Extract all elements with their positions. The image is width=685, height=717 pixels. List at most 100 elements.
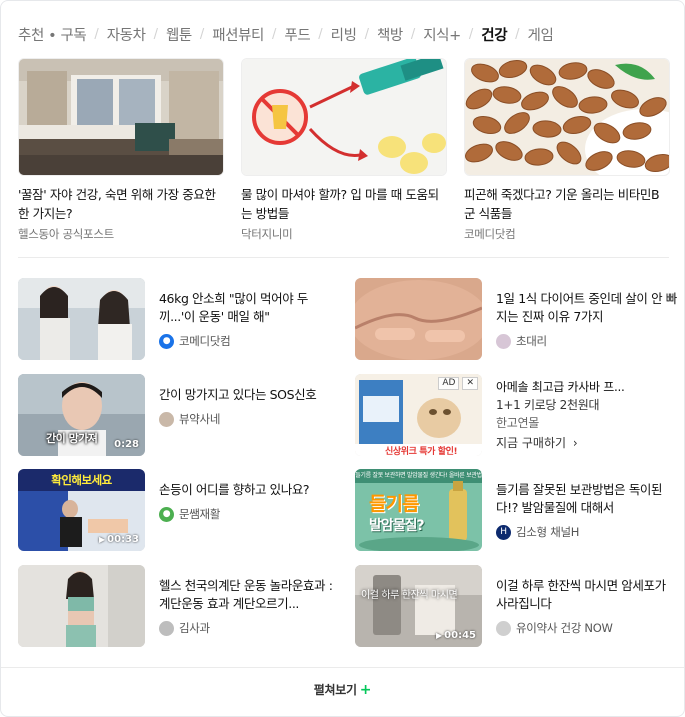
featured-thumbnail[interactable]: [18, 58, 224, 176]
thumbnail-caption: 발암물질?: [369, 518, 425, 534]
tab-game[interactable]: 게임: [528, 24, 554, 45]
featured-card[interactable]: '꿀잠' 자야 건강, 숙면 위해 가장 중요한 한 가지는? 헬스동아 공식포…: [18, 58, 224, 242]
featured-title[interactable]: 물 많이 마셔야 할까? 입 마를 때 도움되는 방법들: [241, 185, 447, 223]
author-name: 김소형 채널H: [516, 525, 580, 539]
list-item[interactable]: 이걸 하루 한잔씩 마시면 ▶ 00:45 이걸 하루 한잔씩 마시면 암세포가 …: [355, 565, 685, 647]
tab-fashion[interactable]: 패션뷰티: [212, 24, 264, 45]
list-item-body: 46kg 안소희 "많이 먹어야 두끼...'이 운동' 매일 해" ● 코메디…: [159, 290, 341, 349]
duration-text: 0:28: [114, 439, 139, 450]
list-item-title[interactable]: 헬스 천국의계단 운동 놀라운효과 : 계단운동 효과 계단오르기...: [159, 577, 341, 613]
tab-separator: /: [318, 26, 323, 42]
list-item[interactable]: 간이 망가져 0:28 간이 망가지고 있다는 SOS신호 뷰약사네: [18, 374, 348, 456]
list-item[interactable]: 1일 1식 다이어트 중인데 살이 안 빠지는 진짜 이유 7가지 초대리: [355, 278, 685, 360]
featured-thumbnail[interactable]: [241, 58, 447, 176]
expand-label: 펼쳐보기: [313, 683, 357, 697]
ad-thumbnail-caption: 신상위크 특가 할인!: [385, 447, 458, 456]
tab-webtoon[interactable]: 웹툰: [166, 24, 192, 45]
almonds-image: [465, 59, 669, 175]
ad-title[interactable]: 아메솔 최고급 카사바 프...: [496, 378, 678, 396]
video-duration: 0:28: [114, 439, 139, 450]
tab-books[interactable]: 책방: [377, 24, 403, 45]
hotel-room-image: [19, 59, 223, 175]
list-item[interactable]: 들기름 잘못 보관하면 발암물질 생긴다! 올바른 보관법 들기름 발암물질? …: [355, 469, 685, 551]
thumbnail-caption: 확인해보세요: [51, 473, 112, 487]
list-item[interactable]: 확인해보세요 ▶ 00:33 손등이 어디를 향하고 있나요? ● 문쌤재활: [18, 469, 348, 551]
illustration-image: [242, 59, 446, 175]
tab-living[interactable]: 리빙: [331, 24, 357, 45]
author-name: 코메디닷컴: [179, 334, 231, 348]
author-avatar: H: [496, 524, 511, 540]
tab-separator: /: [364, 26, 369, 42]
list-item-title[interactable]: 46kg 안소희 "많이 먹어야 두끼...'이 운동' 매일 해": [159, 290, 341, 326]
people-photo-image: [18, 278, 145, 360]
ad-advertiser: 한고연몰: [496, 416, 539, 430]
list-item-body: 헬스 천국의계단 운동 놀라운효과 : 계단운동 효과 계단오르기... 김사과: [159, 577, 341, 636]
duration-text: 00:33: [107, 534, 139, 545]
thumbnail-caption: 이걸 하루 한잔씩 마시면: [361, 590, 458, 601]
author-avatar: [496, 333, 511, 349]
list-thumbnail[interactable]: 확인해보세요 ▶ 00:33: [18, 469, 145, 551]
list-thumbnail[interactable]: [355, 278, 482, 360]
list-item[interactable]: 46kg 안소희 "많이 먹어야 두끼...'이 운동' 매일 해" ● 코메디…: [18, 278, 348, 360]
thumbnail-caption: 들기름: [369, 493, 419, 515]
ad-badge: AD ✕: [438, 377, 478, 390]
list-item-body: 1일 1식 다이어트 중인데 살이 안 빠지는 진짜 이유 7가지 초대리: [496, 290, 678, 349]
duration-text: 00:45: [444, 630, 476, 641]
ad-thumbnail[interactable]: 신상위크 특가 할인! AD ✕: [355, 374, 482, 456]
author-avatar: [159, 411, 174, 427]
list-item-author: 뷰약사네: [159, 411, 341, 427]
author-avatar: [496, 620, 511, 636]
list-item-title[interactable]: 이걸 하루 한잔씩 마시면 암세포가 사라집니다: [496, 577, 678, 613]
author-name: 김사과: [179, 621, 210, 635]
tab-separator: /: [468, 26, 474, 42]
ad-body: 아메솔 최고급 카사바 프... 1+1 키로당 2천원대 한고연몰 지금 구매…: [496, 378, 678, 451]
featured-card[interactable]: 피곤해 죽겠다고? 기운 올리는 비타민B군 식품들 코메디닷컴: [464, 58, 670, 242]
featured-source: 닥터지니미: [241, 227, 293, 241]
list-item-title[interactable]: 들기름 잘못된 보관방법은 독이된다!? 발암물질에 대해서: [496, 481, 678, 517]
list-thumbnail[interactable]: 들기름 잘못 보관하면 발암물질 생긴다! 올바른 보관법 들기름 발암물질?: [355, 469, 482, 551]
tab-separator: /: [410, 26, 416, 42]
expand-button[interactable]: 펼쳐보기 +: [1, 681, 684, 698]
footer-divider: [1, 667, 684, 668]
ad-cta-button[interactable]: 지금 구매하기 ›: [496, 434, 678, 451]
author-avatar: [159, 620, 174, 636]
tab-separator: /: [272, 26, 277, 42]
tab-separator: /: [199, 26, 205, 42]
list-item-author: 유이약사 건강 NOW: [496, 620, 678, 636]
featured-source: 헬스동아 공식포스트: [18, 227, 114, 241]
thumbnail-banner: 들기름 잘못 보관하면 발암물질 생긴다! 올바른 보관법: [355, 472, 482, 479]
tab-separator: /: [515, 26, 520, 42]
thumbnail-caption: 간이 망가져: [46, 432, 98, 445]
section-divider: [18, 257, 669, 258]
list-thumbnail[interactable]: 간이 망가져 0:28: [18, 374, 145, 456]
author-name: 초대리: [516, 334, 547, 348]
list-item-title[interactable]: 1일 1식 다이어트 중인데 살이 안 빠지는 진짜 이유 7가지: [496, 290, 678, 326]
featured-title[interactable]: 피곤해 죽겠다고? 기운 올리는 비타민B군 식품들: [464, 185, 670, 223]
list-thumbnail[interactable]: [18, 565, 145, 647]
content-card: 추천 • 구독 / 자동차 / 웹툰 / 패션뷰티 / 푸드 / 리빙 / 책방…: [0, 0, 685, 717]
ad-item[interactable]: 신상위크 특가 할인! AD ✕ 아메솔 최고급 카사바 프... 1+1 키로…: [355, 374, 685, 456]
list-item-title[interactable]: 간이 망가지고 있다는 SOS신호: [159, 386, 341, 404]
plus-icon: +: [359, 682, 372, 698]
tab-food[interactable]: 푸드: [284, 24, 310, 45]
featured-card[interactable]: 물 많이 마셔야 할까? 입 마를 때 도움되는 방법들 닥터지니미: [241, 58, 447, 242]
list-item-author: H 김소형 채널H: [496, 524, 678, 540]
author-avatar: ●: [159, 333, 174, 349]
video-duration: ▶ 00:45: [436, 630, 476, 641]
tab-health[interactable]: 건강: [481, 24, 507, 45]
author-name: 유이약사 건강 NOW: [516, 621, 613, 635]
list-item-author: 초대리: [496, 333, 678, 349]
list-item-body: 이걸 하루 한잔씩 마시면 암세포가 사라집니다 유이약사 건강 NOW: [496, 577, 678, 636]
featured-thumbnail[interactable]: [464, 58, 670, 176]
list-thumbnail[interactable]: 이걸 하루 한잔씩 마시면 ▶ 00:45: [355, 565, 482, 647]
tab-knowledge[interactable]: 지식+: [423, 24, 461, 45]
list-item[interactable]: 헬스 천국의계단 운동 놀라운효과 : 계단운동 효과 계단오르기... 김사과: [18, 565, 348, 647]
tab-separator: /: [94, 26, 99, 42]
list-item-body: 손등이 어디를 향하고 있나요? ● 문쌤재활: [159, 481, 341, 522]
ad-close-icon[interactable]: ✕: [462, 377, 478, 390]
tab-car[interactable]: 자동차: [107, 24, 146, 45]
list-item-title[interactable]: 손등이 어디를 향하고 있나요?: [159, 481, 341, 499]
featured-title[interactable]: '꿀잠' 자야 건강, 숙면 위해 가장 중요한 한 가지는?: [18, 185, 224, 223]
tab-recommend[interactable]: 추천 • 구독: [18, 24, 87, 45]
list-thumbnail[interactable]: [18, 278, 145, 360]
